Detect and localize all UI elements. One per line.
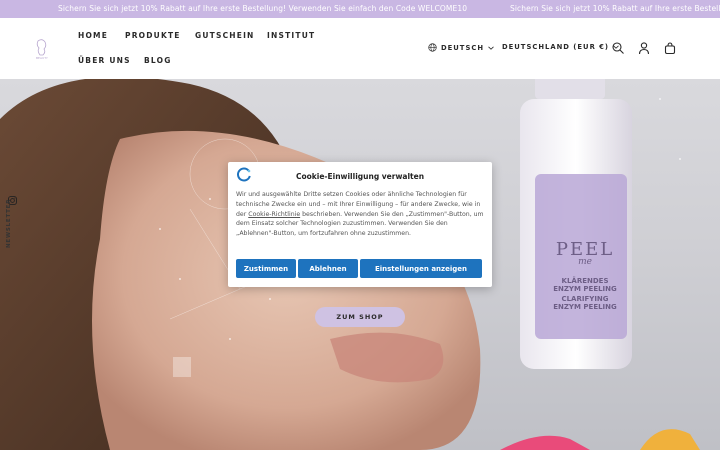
nav-blog[interactable]: BLOG (144, 56, 172, 65)
shop-button[interactable]: ZUM SHOP (315, 307, 405, 327)
nav-gutschein[interactable]: GUTSCHEIN (195, 31, 255, 40)
accept-button[interactable]: Zustimmen (236, 259, 296, 278)
brand-logo[interactable]: BEAUTY (34, 38, 50, 60)
country-label: DEUTSCHLAND (EUR €) (502, 43, 610, 51)
nav-institut[interactable]: INSTITUT (267, 31, 315, 40)
cookie-policy-link[interactable]: Cookie-Richtlinie (248, 211, 300, 218)
globe-icon (428, 43, 437, 52)
bag-icon[interactable] (663, 41, 677, 55)
chevron-down-icon (488, 46, 494, 50)
language-selector[interactable]: DEUTSCH (428, 43, 494, 52)
search-icon[interactable] (611, 41, 625, 55)
cookie-consent-dialog: Cookie-Einwilligung verwalten Wir und au… (228, 162, 492, 287)
nav-produkte[interactable]: PRODUKTE (125, 31, 181, 40)
product-label: PEEL me KLÄRENDES ENZYM PEELING CLARIFYI… (545, 239, 625, 311)
svg-text:BEAUTY: BEAUTY (36, 56, 48, 60)
settings-button[interactable]: Einstellungen anzeigen (360, 259, 482, 278)
site-header: BEAUTY HOME PRODUKTE GUTSCHEIN INSTITUT … (0, 18, 720, 79)
language-label: DEUTSCH (441, 43, 485, 52)
reject-button[interactable]: Ablehnen (298, 259, 358, 278)
announcement-text-repeat: Sichern Sie sich jetzt 10% Rabatt auf Ih… (510, 4, 720, 13)
nav-home[interactable]: HOME (78, 31, 108, 40)
cookie-title: Cookie-Einwilligung verwalten (295, 172, 425, 181)
cookie-text: Wir und ausgewählte Dritte setzen Cookie… (236, 190, 486, 239)
product-line-1: KLÄRENDES (561, 277, 609, 285)
product-line-4: ENZYM PEELING (553, 303, 617, 311)
account-icon[interactable] (637, 41, 651, 55)
country-selector[interactable]: DEUTSCHLAND (EUR €) (502, 43, 619, 51)
nav-ueber-uns[interactable]: ÜBER UNS (78, 56, 131, 65)
newsletter-label: NEWSLETTER (6, 198, 12, 248)
product-line-2: ENZYM PEELING (553, 285, 617, 293)
announcement-bar: Sichern Sie sich jetzt 10% Rabatt auf Ih… (0, 0, 720, 18)
product-line-3: CLARIFYING (561, 295, 609, 303)
newsletter-tab[interactable]: NEWSLETTER (2, 199, 24, 254)
announcement-text: Sichern Sie sich jetzt 10% Rabatt auf Ih… (58, 4, 468, 13)
